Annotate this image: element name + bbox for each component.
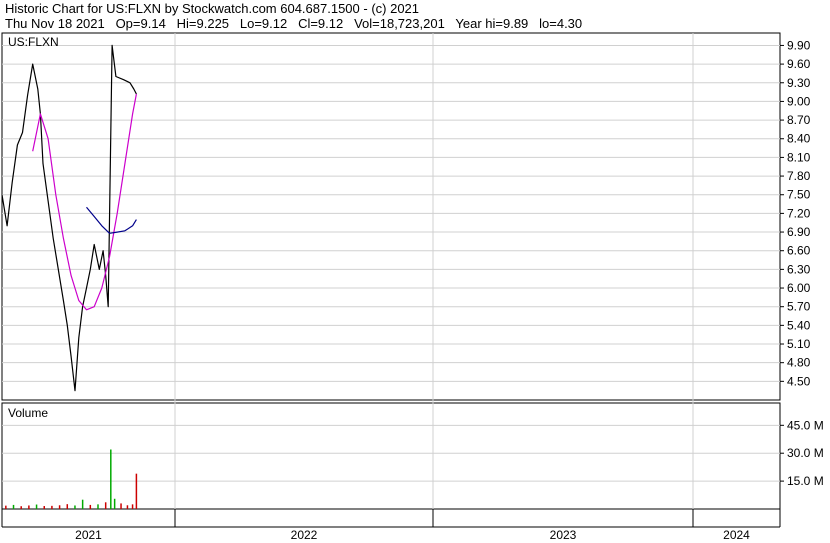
price-tick-label: 8.10 xyxy=(787,150,811,164)
short-moving-average-line xyxy=(86,206,137,234)
year-label: 2021 xyxy=(75,528,102,542)
stock-chart: 9.90 9.60 9.30 9.00 8.70 8.40 8.10 7.80 7.50 7.20… xyxy=(1,32,824,542)
symbol-label: US:FLXN xyxy=(8,35,59,49)
year-label: 2022 xyxy=(291,528,318,542)
price-tick-label: 5.70 xyxy=(787,300,811,314)
price-tick-label: 5.40 xyxy=(787,318,811,332)
price-tick-label: 6.90 xyxy=(787,225,811,239)
price-tick-label: 6.60 xyxy=(787,244,811,258)
price-tick-label: 6.30 xyxy=(787,262,811,276)
price-tick-label: 9.30 xyxy=(787,76,811,90)
volume-tick-label: 30.0 M xyxy=(787,446,824,460)
price-tick-label: 4.50 xyxy=(787,374,811,388)
price-tick-label: 7.20 xyxy=(787,206,811,220)
price-tick-label: 8.70 xyxy=(787,113,811,127)
price-tick-label: 9.60 xyxy=(787,57,811,71)
price-tick-label: 9.00 xyxy=(787,94,811,108)
price-tick-label: 7.50 xyxy=(787,188,811,202)
price-panel-frame xyxy=(1,32,781,401)
price-tick-label: 4.80 xyxy=(787,356,811,370)
price-tick-label: 5.10 xyxy=(787,337,811,351)
year-label: 2023 xyxy=(550,528,577,542)
year-label: 2024 xyxy=(723,528,750,542)
volume-panel-frame xyxy=(1,402,781,510)
volume-tick-label: 45.0 M xyxy=(787,418,824,432)
volume-tick-label: 15.0 M xyxy=(787,474,824,488)
price-tick-label: 9.90 xyxy=(787,38,811,52)
price-tick-label: 6.00 xyxy=(787,281,811,295)
volume-label: Volume xyxy=(8,406,48,420)
price-tick-label: 7.80 xyxy=(787,169,811,183)
price-tick-label: 8.40 xyxy=(787,132,811,146)
